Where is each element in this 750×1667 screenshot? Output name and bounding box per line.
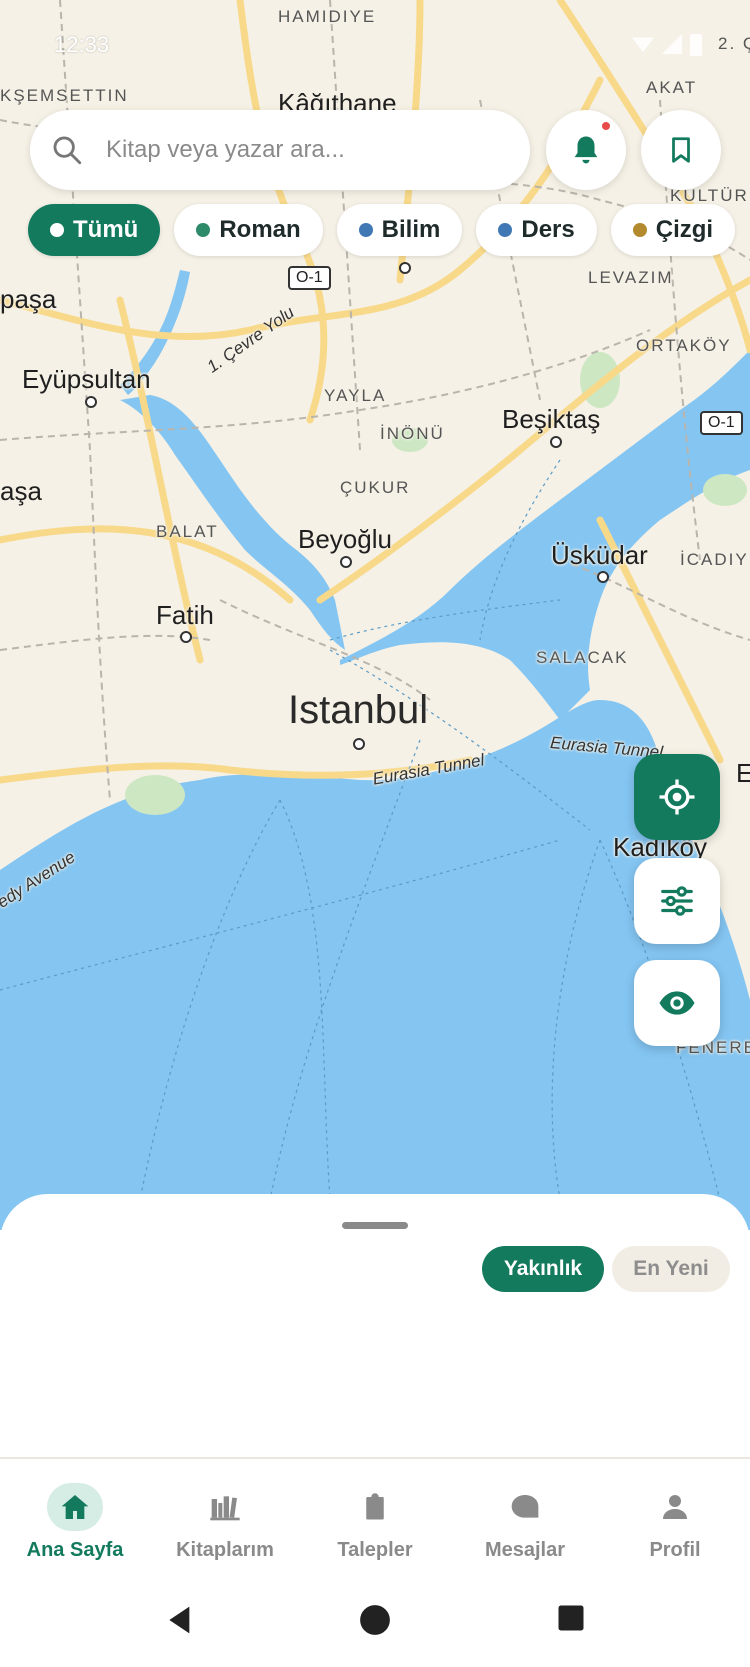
chip-dot <box>632 223 647 237</box>
map-label: BALAT <box>156 522 219 541</box>
nav-label: Talepler <box>337 1539 413 1561</box>
nav-label: Ana Sayfa <box>26 1539 124 1561</box>
chat-icon <box>497 1483 553 1531</box>
nav-label: Mesajlar <box>484 1539 566 1561</box>
saved-button[interactable] <box>641 110 721 190</box>
map-label: Beşiktaş <box>502 404 601 434</box>
map-label: LEVAZIM <box>588 268 674 287</box>
map-label: ORTAKÖY <box>636 336 732 355</box>
sheet-drag-handle[interactable] <box>342 1222 408 1229</box>
unread-badge <box>600 120 612 132</box>
map-label: İCADIY <box>680 550 749 569</box>
chip-label: Ders <box>521 216 575 243</box>
chip-dot <box>358 223 373 237</box>
eye-icon <box>659 991 695 1015</box>
signal-icon <box>662 34 682 54</box>
visibility-button[interactable] <box>634 960 720 1046</box>
map-label: İNÖNÜ <box>380 424 445 443</box>
search-input[interactable]: Kitap veya yazar ara... <box>106 136 345 164</box>
chip-label: Roman <box>219 216 301 243</box>
sort-newest-button[interactable]: En Yeni <box>612 1246 730 1292</box>
filter-chip-ders[interactable]: Ders <box>476 204 597 256</box>
map-label: Eyüpsultan <box>22 364 151 394</box>
map-label: paşa <box>0 284 57 314</box>
my-location-button[interactable] <box>634 754 720 840</box>
notifications-button[interactable] <box>546 110 626 190</box>
chip-label: Çizgi <box>655 216 714 243</box>
search-icon <box>53 136 82 165</box>
map-label: Fatih <box>156 600 214 630</box>
nav-item-home[interactable]: Ana Sayfa <box>0 1459 150 1583</box>
chip-dot <box>498 223 513 237</box>
wifi-icon <box>632 37 654 52</box>
nav-label: Kitaplarım <box>176 1539 274 1561</box>
map-label: Beyoğlu <box>298 524 392 554</box>
road-shield: O-1 <box>700 411 743 435</box>
status-icons <box>632 34 702 56</box>
battery-icon <box>690 34 702 56</box>
map-label: SALACAK <box>536 648 629 667</box>
filter-chip-roman[interactable]: Roman <box>174 204 323 256</box>
filter-chip-cizgi[interactable]: Çizgi <box>610 204 736 256</box>
road-shield: O-1 <box>288 266 331 290</box>
map-label: Üsküdar <box>551 540 648 570</box>
system-navigation-bar <box>0 1581 750 1667</box>
status-time: 12:33 <box>54 32 110 57</box>
chip-dot <box>50 223 64 237</box>
clipboard-icon <box>347 1483 403 1531</box>
nav-label: Profil <box>649 1539 701 1561</box>
home-icon <box>47 1483 103 1531</box>
chip-label: Bilim <box>381 216 441 243</box>
nav-item-requests[interactable]: Talepler <box>300 1459 450 1583</box>
bottom-navigation: Ana Sayfa Kitaplarım Talepler Mesajlar P… <box>0 1457 750 1581</box>
crosshair-icon <box>659 779 695 815</box>
map-label: HAMIDIYE <box>278 7 377 26</box>
map-label: KŞEMSETTIN <box>0 86 129 105</box>
nav-item-messages[interactable]: Mesajlar <box>450 1459 600 1583</box>
home-system-icon[interactable] <box>358 1603 392 1637</box>
person-icon <box>647 1483 703 1531</box>
books-icon <box>197 1483 253 1531</box>
map-label: E <box>736 758 750 788</box>
back-icon[interactable] <box>164 1603 196 1637</box>
sort-nearest-button[interactable]: Yakınlık <box>482 1246 604 1292</box>
bell-icon <box>574 136 598 164</box>
nav-item-profile[interactable]: Profil <box>600 1459 750 1583</box>
sliders-icon <box>661 886 693 916</box>
map-filters-button[interactable] <box>634 858 720 944</box>
filter-chip-all[interactable]: Tümü <box>28 204 161 256</box>
map-label: AKAT <box>646 78 698 97</box>
results-sheet[interactable]: Yakınlık En Yeni <box>0 1194 750 1457</box>
map-label: ÇUKUR <box>340 478 411 497</box>
map-label-istanbul: Istanbul <box>288 688 429 732</box>
map-label: YAYLA <box>324 386 387 405</box>
map-label: aşa <box>0 476 42 506</box>
nav-item-my-books[interactable]: Kitaplarım <box>150 1459 300 1583</box>
category-filters: Tümü Roman Bilim Ders Çizgi <box>28 204 750 256</box>
recents-icon[interactable] <box>556 1603 586 1633</box>
filter-chip-bilim[interactable]: Bilim <box>336 204 463 256</box>
bookmark-icon <box>672 137 690 163</box>
chip-dot <box>196 223 211 237</box>
status-bar: 12:33 <box>0 30 750 60</box>
search-bar[interactable]: Kitap veya yazar ara... <box>30 110 530 190</box>
chip-label: Tümü <box>73 216 139 243</box>
